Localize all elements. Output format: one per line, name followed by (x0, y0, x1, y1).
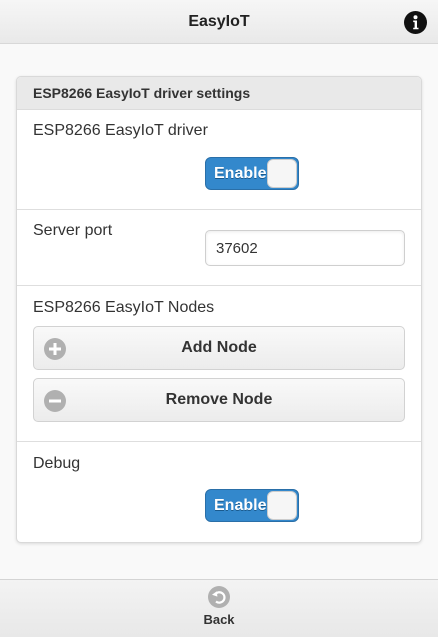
plus-icon (44, 338, 66, 360)
back-button[interactable]: Back (195, 586, 243, 632)
driver-toggle-knob[interactable] (267, 159, 297, 188)
nodes-section: ESP8266 EasyIoT Nodes Add Node Remove No… (17, 286, 421, 442)
info-icon (413, 15, 419, 30)
server-port-section: Server port (17, 210, 421, 286)
nodes-label: ESP8266 EasyIoT Nodes (33, 299, 215, 316)
app-header: EasyIoT (0, 0, 438, 44)
driver-toggle-label: Enable (214, 165, 267, 182)
debug-toggle-knob[interactable] (267, 491, 297, 520)
add-node-button[interactable]: Add Node (33, 326, 405, 370)
driver-section: ESP8266 EasyIoT driver Enable (17, 110, 421, 210)
debug-toggle-label: Enable (214, 497, 267, 514)
back-arrow-icon (208, 586, 230, 608)
server-port-label: Server port (33, 222, 113, 239)
driver-label: ESP8266 EasyIoT driver (33, 122, 208, 139)
add-node-label: Add Node (181, 339, 257, 356)
back-label: Back (203, 612, 235, 627)
driver-enable-toggle[interactable]: Enable (205, 157, 299, 190)
driver-settings-panel: ESP8266 EasyIoT driver settings ESP8266 … (16, 76, 422, 543)
server-port-input[interactable] (205, 230, 405, 266)
panel-title: ESP8266 EasyIoT driver settings (17, 77, 421, 110)
debug-label: Debug (33, 455, 81, 472)
debug-enable-toggle[interactable]: Enable (205, 489, 299, 522)
footer-bar: Back (0, 579, 438, 637)
debug-section: Debug Enable (17, 442, 421, 542)
remove-node-label: Remove Node (165, 391, 273, 408)
remove-node-button[interactable]: Remove Node (33, 378, 405, 422)
page-title: EasyIoT (188, 12, 250, 30)
info-button[interactable] (404, 11, 427, 34)
minus-icon (44, 390, 66, 412)
